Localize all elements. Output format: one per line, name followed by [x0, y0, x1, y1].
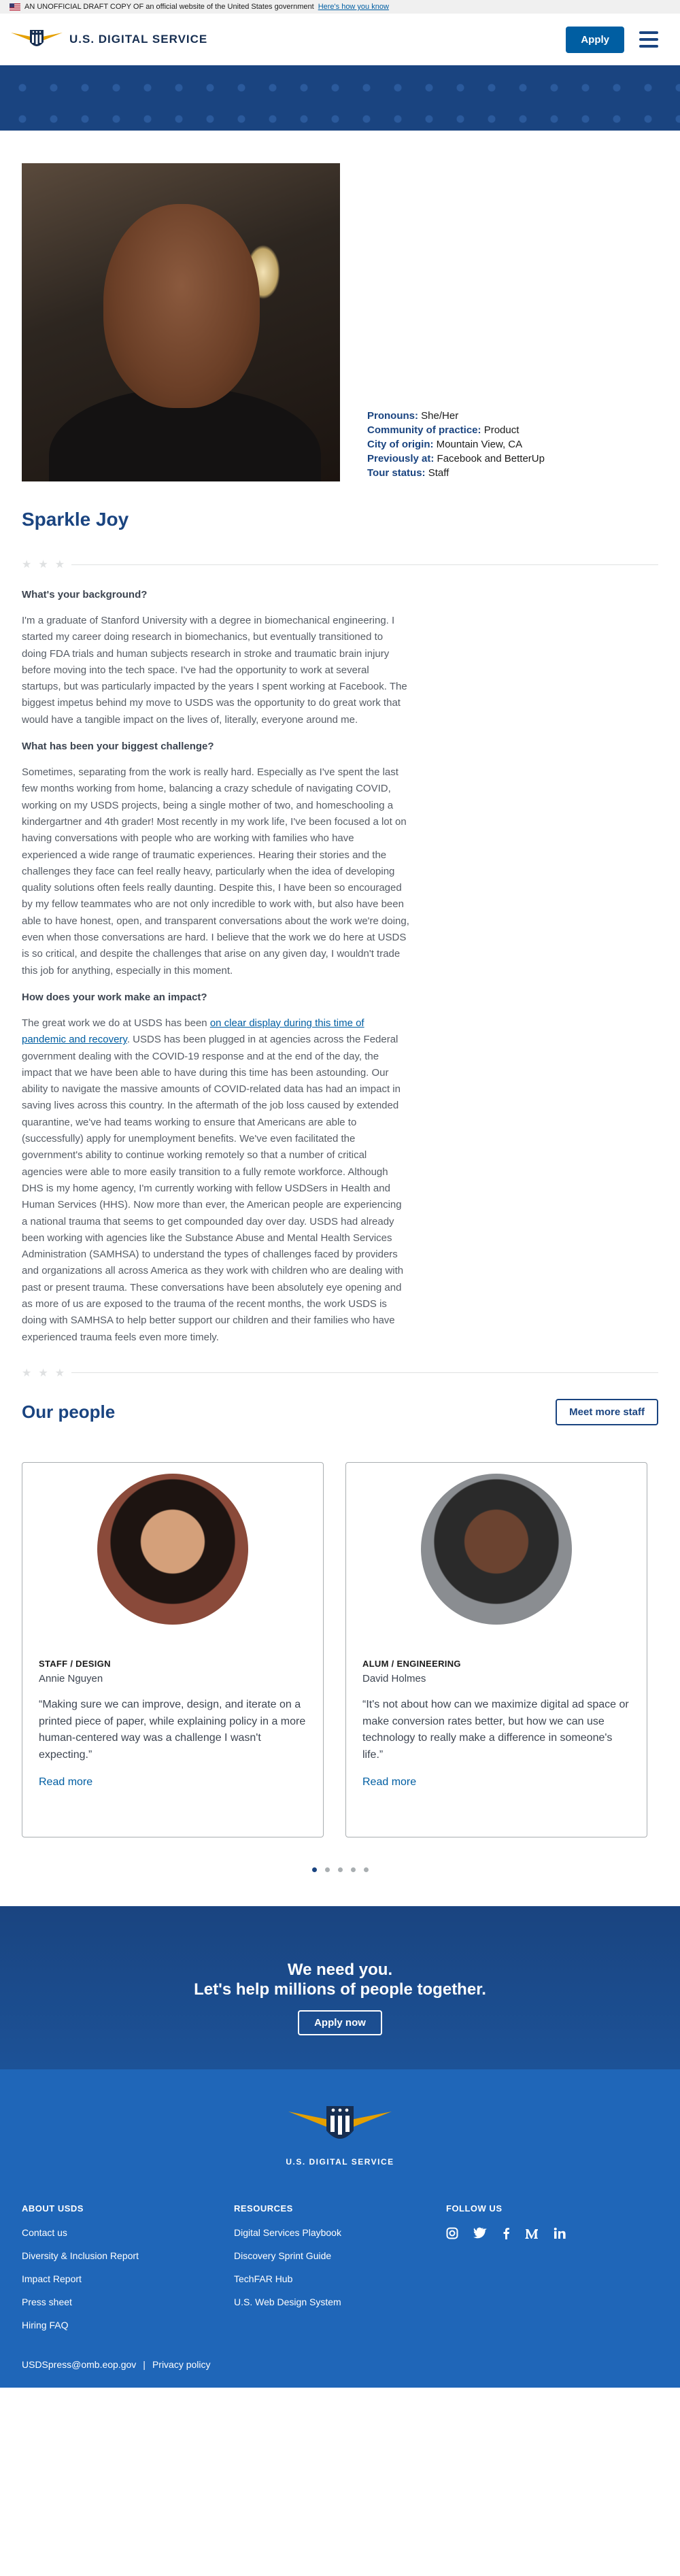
person-card: STAFF / DESIGN Annie Nguyen “Making sure…: [22, 1461, 324, 1837]
carousel-dot[interactable]: [363, 1867, 369, 1872]
call-to-action: We need you. Let's help millions of peop…: [0, 1905, 680, 2069]
profile-name: Sparkle Joy: [22, 509, 129, 530]
site-footer: U.S. DIGITAL SERVICE ABOUT USDS Contact …: [0, 2069, 680, 2388]
footer-separator: |: [143, 2358, 146, 2370]
footer-about-title: ABOUT USDS: [22, 2203, 84, 2214]
our-people-header: Our people Meet more staff: [22, 1398, 658, 1425]
person-role: STAFF / DESIGN: [39, 1658, 111, 1669]
fact-tour-status: Tour status: Staff: [367, 467, 449, 479]
footer-link[interactable]: TechFAR Hub: [234, 2273, 446, 2284]
question-background: What's your background?: [22, 589, 148, 600]
footer-bottom: USDSpress@omb.eop.gov | Privacy policy: [22, 2359, 658, 2370]
footer-about: ABOUT USDS Contact us Diversity & Inclus…: [22, 2203, 234, 2343]
interview: What's your background? I'm a graduate o…: [22, 589, 409, 1346]
person-quote: “Making sure we can improve, design, and…: [39, 1698, 306, 1761]
site-header: U.S. DIGITAL SERVICE Apply: [0, 14, 680, 65]
our-people-heading: Our people: [22, 1401, 116, 1422]
carousel-dot[interactable]: [311, 1867, 317, 1872]
hero-stars-band: [0, 65, 680, 131]
usds-eagle-icon: [11, 30, 63, 46]
twitter-icon[interactable]: [473, 2227, 487, 2239]
us-flag-icon: [10, 3, 20, 11]
read-more-link[interactable]: Read more: [362, 1776, 416, 1788]
star-icon: ★: [22, 559, 32, 571]
profile-facts: Pronouns: She/Her Community of practice:…: [367, 409, 545, 481]
menu-icon[interactable]: [639, 31, 658, 48]
people-carousel: STAFF / DESIGN Annie Nguyen “Making sure…: [22, 1461, 658, 1837]
avatar: [97, 1473, 248, 1625]
cta-line-2: Let's help millions of people together.: [194, 1980, 486, 1999]
star-icon: ★: [38, 559, 48, 571]
usds-eagle-icon: [288, 2105, 392, 2139]
footer-follow-title: FOLLOW US: [446, 2203, 503, 2214]
footer-link[interactable]: Contact us: [22, 2227, 234, 2238]
instagram-icon[interactable]: [446, 2227, 458, 2239]
answer-impact: The great work we do at USDS has been on…: [22, 1017, 404, 1343]
footer-link[interactable]: Press sheet: [22, 2297, 234, 2307]
fact-community: Community of practice: Product: [367, 424, 520, 436]
site-name: U.S. DIGITAL SERVICE: [69, 33, 208, 46]
footer-follow: FOLLOW US: [446, 2203, 658, 2343]
footer-link[interactable]: Digital Services Playbook: [234, 2227, 446, 2238]
carousel-dot[interactable]: [337, 1867, 343, 1872]
carousel-dot[interactable]: [324, 1867, 330, 1872]
read-more-link[interactable]: Read more: [39, 1776, 92, 1788]
footer-logo[interactable]: U.S. DIGITAL SERVICE: [22, 2101, 658, 2167]
facebook-icon[interactable]: [502, 2227, 510, 2239]
banner-text: AN UNOFFICIAL DRAFT COPY OF an official …: [24, 3, 314, 11]
medium-icon[interactable]: [525, 2227, 539, 2239]
gov-banner: AN UNOFFICIAL DRAFT COPY OF an official …: [0, 0, 680, 14]
star-icon: ★: [54, 1367, 65, 1379]
star-icon: ★: [22, 1367, 32, 1379]
footer-link[interactable]: Diversity & Inclusion Report: [22, 2250, 234, 2261]
meet-more-staff-button[interactable]: Meet more staff: [556, 1398, 658, 1425]
footer-link[interactable]: U.S. Web Design System: [234, 2297, 446, 2307]
footer-resources-title: RESOURCES: [234, 2203, 293, 2214]
linkedin-icon[interactable]: [554, 2227, 566, 2239]
site-logo[interactable]: U.S. DIGITAL SERVICE: [11, 27, 207, 52]
star-divider: ★ ★ ★: [22, 558, 658, 571]
cta-line-1: We need you.: [287, 1960, 393, 1979]
fact-pronouns: Pronouns: She/Her: [367, 410, 459, 422]
footer-resources: RESOURCES Digital Services Playbook Disc…: [234, 2203, 446, 2343]
answer-challenge: Sometimes, separating from the work is r…: [22, 766, 409, 977]
carousel-dot[interactable]: [350, 1867, 356, 1872]
answer-background: I'm a graduate of Stanford University wi…: [22, 615, 407, 726]
banner-link[interactable]: Here's how you know: [318, 3, 389, 11]
star-icon: ★: [54, 559, 65, 571]
footer-link[interactable]: Discovery Sprint Guide: [234, 2250, 446, 2261]
person-card: ALUM / ENGINEERING David Holmes “It's no…: [345, 1461, 647, 1837]
profile-section: Pronouns: She/Her Community of practice:…: [0, 163, 680, 1872]
apply-now-button[interactable]: Apply now: [298, 2010, 382, 2036]
question-challenge: What has been your biggest challenge?: [22, 741, 214, 753]
footer-wordmark: U.S. DIGITAL SERVICE: [286, 2156, 394, 2167]
person-quote: “It's not about how can we maximize digi…: [362, 1698, 629, 1761]
avatar: [421, 1473, 572, 1625]
press-email-link[interactable]: USDSpress@omb.eop.gov: [22, 2359, 136, 2370]
footer-link[interactable]: Hiring FAQ: [22, 2320, 234, 2331]
star-icon: ★: [38, 1367, 48, 1379]
apply-button[interactable]: Apply: [566, 26, 624, 53]
footer-link[interactable]: Impact Report: [22, 2273, 234, 2284]
person-name: David Holmes: [362, 1672, 426, 1684]
person-name: Annie Nguyen: [39, 1672, 103, 1684]
profile-photo: [22, 163, 340, 481]
privacy-policy-link[interactable]: Privacy policy: [152, 2359, 211, 2370]
question-impact: How does your work make an impact?: [22, 991, 207, 1003]
person-role: ALUM / ENGINEERING: [362, 1658, 461, 1669]
star-divider: ★ ★ ★: [22, 1366, 658, 1380]
carousel-dots: [22, 1867, 658, 1872]
fact-previously: Previously at: Facebook and BetterUp: [367, 453, 545, 464]
fact-city: City of origin: Mountain View, CA: [367, 439, 523, 450]
